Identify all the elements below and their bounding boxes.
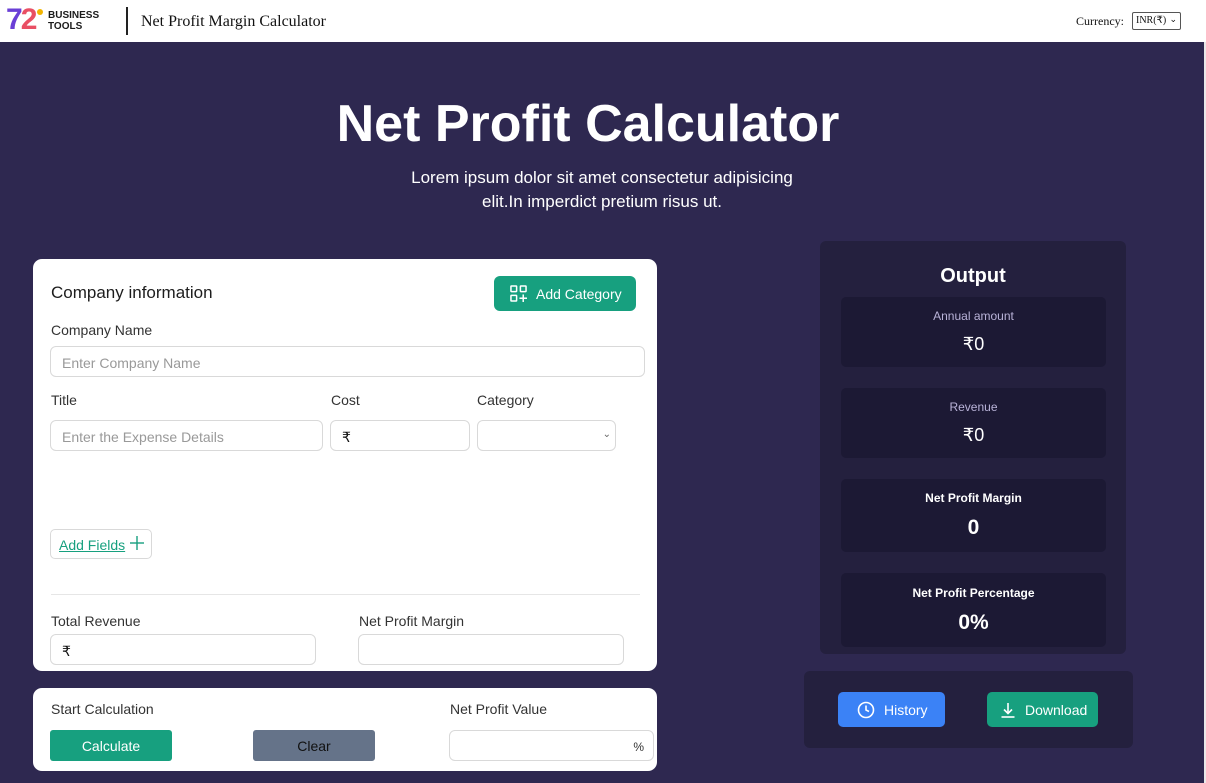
annual-amount-card: Annual amount ₹0 <box>841 297 1106 367</box>
net-profit-percentage-label: Net Profit Percentage <box>912 586 1035 600</box>
company-name-placeholder: Enter Company Name <box>62 355 201 371</box>
logo-dot <box>37 9 43 15</box>
history-button[interactable]: History <box>838 692 945 727</box>
net-profit-percentage-value: 0% <box>958 611 989 634</box>
total-revenue-input[interactable]: ₹ <box>50 634 316 665</box>
cost-label: Cost <box>331 392 360 408</box>
currency-label: Currency: <box>1076 14 1124 28</box>
output-panel: Output Annual amount ₹0 Revenue ₹0 Net P… <box>820 241 1126 654</box>
revenue-value: ₹0 <box>962 425 985 445</box>
brand-logo[interactable]: 72 BUSINESS TOOLS <box>6 3 106 37</box>
expense-title-input[interactable]: Enter the Expense Details <box>50 420 323 451</box>
net-profit-margin-input[interactable] <box>358 634 624 665</box>
page-title: Net Profit Calculator <box>336 95 840 153</box>
actions-panel: History Download <box>804 671 1133 748</box>
company-name-label: Company Name <box>51 322 153 338</box>
revenue-label: Revenue <box>949 400 998 414</box>
total-revenue-label: Total Revenue <box>51 613 141 629</box>
title-label: Title <box>51 392 77 408</box>
revenue-card: Revenue ₹0 <box>841 388 1106 458</box>
net-profit-percentage-card: Net Profit Percentage 0% <box>841 573 1106 647</box>
calculation-card: Start Calculation Net Profit Value Calcu… <box>33 688 657 771</box>
net-profit-value-input[interactable]: % <box>449 730 654 761</box>
section-title: Company information <box>51 283 213 302</box>
currency-symbol: ₹ <box>62 643 71 659</box>
logo-text: BUSINESS TOOLS <box>48 10 99 32</box>
expense-placeholder: Enter the Expense Details <box>62 429 224 445</box>
page-subtitle: Lorem ipsum dolor sit amet consectetur a… <box>411 168 793 211</box>
top-bar: 72 BUSINESS TOOLS Net Profit Margin Calc… <box>0 0 1206 42</box>
logo-text-line2: TOOLS <box>48 21 83 32</box>
add-category-label: Add Category <box>536 286 622 302</box>
net-profit-margin-output-label: Net Profit Margin <box>925 491 1022 505</box>
logo-number: 72 <box>6 3 37 36</box>
annual-amount-value: ₹0 <box>962 334 985 354</box>
company-info-card: Company information Add Category Company… <box>33 259 657 671</box>
net-profit-margin-card: Net Profit Margin 0 <box>841 479 1106 552</box>
plus-icon <box>130 536 144 550</box>
annual-amount-label: Annual amount <box>933 309 1014 323</box>
clear-button[interactable]: Clear <box>253 730 375 761</box>
add-category-icon <box>510 285 527 302</box>
chevron-down-icon: ⌄ <box>602 429 611 440</box>
download-label: Download <box>1025 702 1088 718</box>
currency-symbol: ₹ <box>342 429 351 445</box>
download-button[interactable]: Download <box>987 692 1098 727</box>
header-divider <box>126 7 128 35</box>
category-label: Category <box>477 392 534 408</box>
add-category-button[interactable]: Add Category <box>494 276 636 311</box>
net-profit-value-label: Net Profit Value <box>450 701 548 717</box>
logo-text-line1: BUSINESS <box>48 10 100 21</box>
percent-suffix: % <box>633 740 644 754</box>
cost-input[interactable]: ₹ <box>330 420 470 451</box>
clock-icon <box>857 701 875 719</box>
section-divider <box>51 594 640 595</box>
calculate-button[interactable]: Calculate <box>50 730 172 761</box>
output-title: Output <box>940 265 1006 287</box>
start-calculation-label: Start Calculation <box>51 701 154 717</box>
company-name-input[interactable]: Enter Company Name <box>50 346 645 377</box>
add-fields-label: Add Fields <box>59 537 126 553</box>
add-fields-button[interactable]: Add Fields <box>50 529 152 559</box>
category-select[interactable]: ⌄ <box>477 420 616 451</box>
currency-value: INR(₹) <box>1136 15 1167 26</box>
download-icon <box>1001 703 1015 718</box>
history-label: History <box>884 702 928 718</box>
app-title: Net Profit Margin Calculator <box>141 13 326 30</box>
chevron-down-icon: ⌄ <box>1169 14 1177 24</box>
currency-select[interactable]: INR(₹) ⌄ <box>1132 12 1181 30</box>
net-profit-margin-value: 0 <box>967 516 980 539</box>
net-profit-margin-label: Net Profit Margin <box>359 613 465 629</box>
